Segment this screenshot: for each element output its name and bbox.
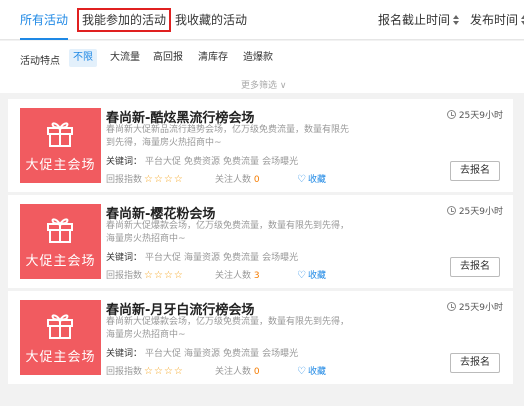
activity-description: 春尚新大促爆款会场，亿万级免费流量，数量有限先到先得，海量房火热招商中~ [106,221,350,244]
keywords-label: 关键词： [106,349,143,359]
keyword-tag: 海量资源 [184,349,221,359]
signup-button[interactable]: 去报名 [450,257,500,277]
keyword-tag: 免费流量 [223,253,260,263]
keywords-label: 关键词： [106,253,143,263]
favorite-button[interactable]: ♡ 收藏 [297,172,326,185]
activity-description: 春尚新大促新品流行趋势会场，亿万级免费流量，数量有限先到先得，海量房火热招商中~ [106,125,350,148]
thumbnail-label: 大促主会场 [25,350,96,365]
keyword-tag: 平台大促 [145,349,182,359]
keyword-tag: 会场曝光 [262,157,299,167]
filter-label: 活动特点 [20,56,60,67]
keyword-tag: 海量资源 [184,253,221,263]
gift-icon [47,218,73,243]
sort-deadline-button[interactable]: 报名截止时间 [378,8,460,32]
star-rating-icon: ☆☆☆☆ [144,366,184,377]
tab-all-activities[interactable]: 所有活动 [20,8,69,40]
sort-publish-label: 发布时间 [470,13,519,27]
clock-icon [446,206,456,215]
follower-count: 关注人数 3 [215,268,260,281]
keyword-tag: 免费流量 [223,157,260,167]
signup-button[interactable]: 去报名 [450,161,500,181]
signup-button[interactable]: 去报名 [450,353,500,373]
heart-icon: ♡ [297,174,306,185]
activity-description: 春尚新大促爆款会场，亿万级免费流量，数量有限先到先得，海量房火热招商中~ [106,317,350,340]
clock-icon [446,302,456,311]
activity-thumbnail[interactable]: 大促主会场 [20,204,101,279]
keyword-tag: 会场曝光 [262,349,299,359]
activity-thumbnail[interactable]: 大促主会场 [20,300,101,375]
follower-number: 0 [253,367,260,377]
time-remaining: 25天9小时 [446,108,503,121]
keyword-tag: 平台大促 [145,253,182,263]
gift-icon [47,314,73,339]
favorite-label: 收藏 [307,271,326,281]
favorite-button[interactable]: ♡ 收藏 [297,364,326,377]
star-rating-icon: ☆☆☆☆ [144,270,184,281]
time-remaining-value: 25天9小时 [458,303,503,313]
follower-number: 3 [253,271,260,281]
time-remaining-value: 25天9小时 [458,207,503,217]
favorite-label: 收藏 [307,175,326,185]
time-remaining: 25天9小时 [446,300,503,313]
keyword-tag: 平台大促 [145,157,182,167]
activity-card: 大促主会场 春尚新-樱花粉会场 春尚新大促爆款会场，亿万级免费流量，数量有限先到… [8,195,513,288]
keyword-tag: 会场曝光 [262,253,299,263]
thumbnail-label: 大促主会场 [25,254,96,269]
follower-label: 关注人数 [215,175,252,185]
sort-publish-button[interactable]: 发布时间 [470,8,524,32]
keyword-tag: 免费资源 [184,157,221,167]
tab-eligible-activities[interactable]: 我能参加的活动 [77,8,172,32]
gift-icon [47,122,73,147]
activity-keywords: 关键词： 平台大促 免费资源 免费流量 会场曝光 [106,154,298,167]
filter-chip-high-return[interactable]: 高回报 [149,49,187,67]
follower-label: 关注人数 [215,367,252,377]
tab-favorited-activities[interactable]: 我收藏的活动 [175,8,247,32]
filter-bar: 活动特点 不限 大流量 高回报 清库存 造爆款 更多筛选 ∨ [0,41,524,93]
activity-keywords: 关键词： 平台大促 海量资源 免费流量 会场曝光 [106,250,298,263]
return-index-label: 回报指数 [106,271,143,281]
follower-count: 关注人数 0 [215,364,260,377]
return-index: 回报指数 ☆☆☆☆ [106,172,184,185]
favorite-button[interactable]: ♡ 收藏 [297,268,326,281]
thumbnail-label: 大促主会场 [25,158,96,173]
filter-chip-clear-stock[interactable]: 清库存 [194,49,232,67]
star-rating-icon: ☆☆☆☆ [144,174,184,185]
time-remaining-value: 25天9小时 [458,111,503,121]
sort-arrows-icon [453,15,460,25]
return-index: 回报指数 ☆☆☆☆ [106,268,184,281]
activity-card: 大促主会场 春尚新-月牙白流行榜会场 春尚新大促爆款会场，亿万级免费流量，数量有… [8,291,513,384]
activity-thumbnail[interactable]: 大促主会场 [20,108,101,183]
time-remaining: 25天9小时 [446,204,503,217]
heart-icon: ♡ [297,270,306,281]
filter-chip-high-traffic[interactable]: 大流量 [106,49,144,67]
filter-chip-make-hit[interactable]: 造爆款 [239,49,277,67]
follower-label: 关注人数 [215,271,252,281]
page: 所有活动 我能参加的活动 我收藏的活动 报名截止时间 发布时间 活动特点 不限 … [0,0,524,406]
activity-keywords: 关键词： 平台大促 海量资源 免费流量 会场曝光 [106,346,298,359]
return-index-label: 回报指数 [106,367,143,377]
keywords-label: 关键词： [106,157,143,167]
keyword-tag: 免费流量 [223,349,260,359]
follower-count: 关注人数 0 [215,172,260,185]
return-index: 回报指数 ☆☆☆☆ [106,364,184,377]
follower-number: 0 [253,175,260,185]
sort-deadline-label: 报名截止时间 [378,13,451,27]
filter-chip-unlimited[interactable]: 不限 [69,49,97,67]
activity-card: 大促主会场 春尚新-酷炫黑流行榜会场 春尚新大促新品流行趋势会场，亿万级免费流量… [8,99,513,192]
more-filters-toggle[interactable]: 更多筛选 ∨ [241,78,286,91]
return-index-label: 回报指数 [106,175,143,185]
favorite-label: 收藏 [307,367,326,377]
header-tabs: 所有活动 我能参加的活动 我收藏的活动 报名截止时间 发布时间 [0,0,524,40]
heart-icon: ♡ [297,366,306,377]
clock-icon [446,110,456,119]
